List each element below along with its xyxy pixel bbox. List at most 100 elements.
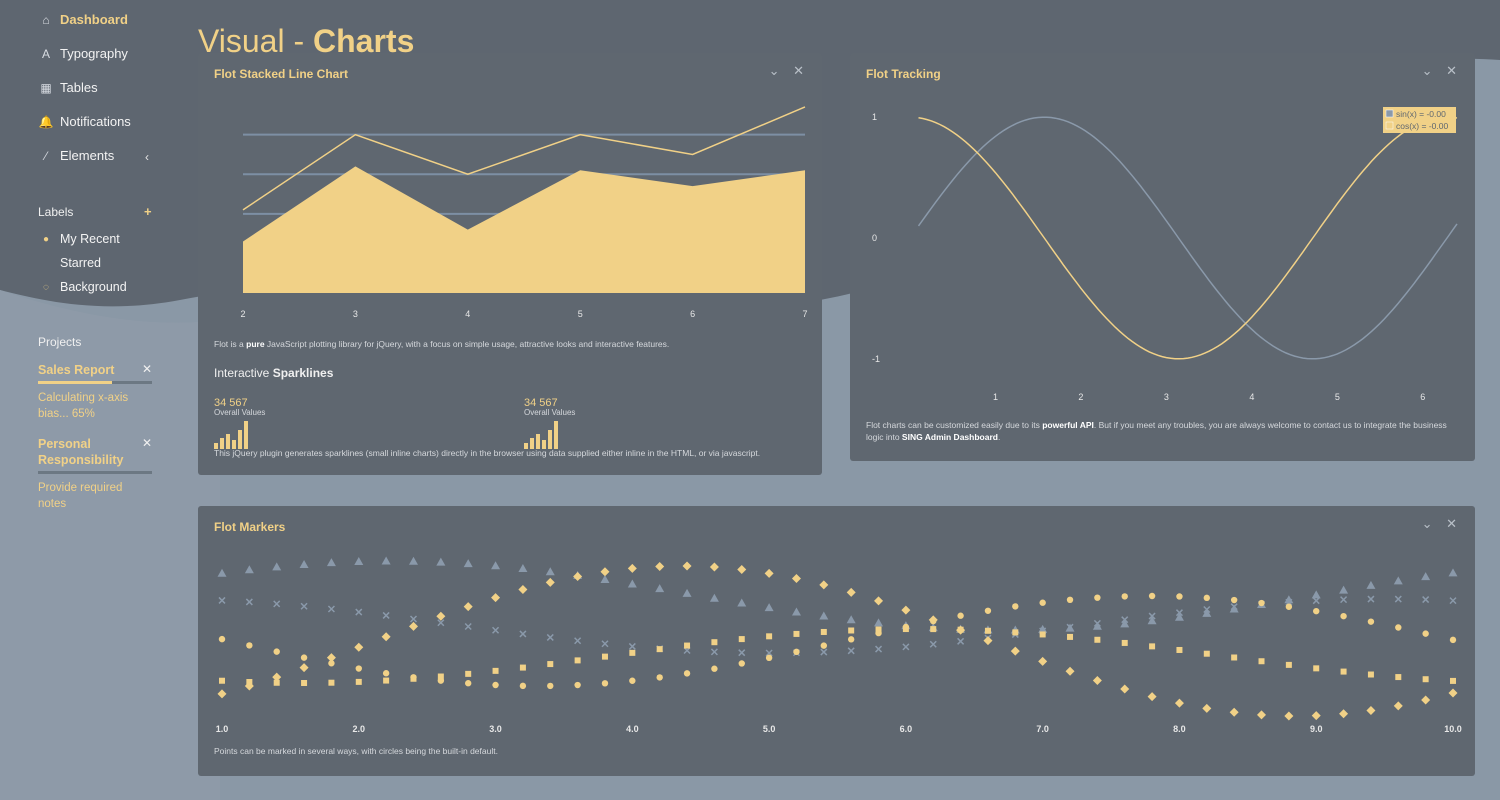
nav-item-elements[interactable]: ⁄ Elements — [38, 148, 114, 163]
diamond-marker — [1120, 684, 1130, 694]
sparklines-description: This jQuery plugin generates sparklines … — [214, 448, 761, 458]
close-icon[interactable]: ✕ — [142, 436, 152, 450]
circle-marker — [1395, 624, 1402, 631]
triangle-marker — [272, 562, 282, 571]
close-icon[interactable]: ✕ — [1446, 63, 1457, 78]
sparkline-bar — [548, 430, 552, 449]
close-icon[interactable]: ✕ — [793, 63, 804, 78]
triangle-marker — [545, 567, 555, 576]
cross-marker — [847, 647, 855, 655]
x-tick-label: 2 — [1078, 392, 1083, 402]
circle-marker — [1039, 599, 1046, 606]
add-label-icon[interactable]: + — [144, 204, 152, 219]
collapse-chevron-icon[interactable]: ⌄ — [769, 63, 780, 78]
project-item[interactable]: Personal Responsibility ✕ Provide required… — [38, 436, 152, 512]
diamond-marker — [573, 571, 583, 581]
square-marker — [301, 679, 308, 686]
square-marker — [902, 626, 909, 633]
diamond-marker — [983, 636, 993, 646]
wand-icon: ⁄ — [44, 148, 47, 163]
square-marker — [875, 626, 882, 633]
nav-item-tables[interactable]: ▦ Tables — [38, 80, 98, 95]
diamond-marker — [1065, 666, 1075, 676]
triangle-marker — [874, 618, 884, 627]
sparkline-bar — [238, 430, 242, 449]
circle-marker — [1285, 603, 1293, 610]
sparkline-bar — [536, 434, 540, 449]
diamond-marker — [791, 574, 801, 584]
legend-swatch — [1385, 121, 1394, 130]
diamond-marker — [874, 596, 884, 606]
diamond-marker — [1174, 698, 1184, 708]
circle-marker — [793, 648, 800, 656]
triangle-marker — [819, 611, 829, 620]
projects-heading: Projects — [38, 335, 82, 349]
diamond-marker — [655, 561, 665, 571]
panel-title: Flot Markers — [214, 520, 286, 534]
nav-item-notifications[interactable]: 🔔 Notifications — [38, 114, 131, 129]
nav-item-label: Tables — [60, 80, 98, 95]
square-marker — [1121, 639, 1128, 646]
area-series — [243, 166, 805, 293]
diamond-marker — [600, 567, 610, 577]
cross-marker — [355, 608, 363, 616]
circle-marker — [1449, 636, 1457, 644]
y-tick-label: 1 — [872, 112, 877, 122]
diamond-marker — [1366, 706, 1376, 716]
square-marker — [601, 653, 608, 660]
panel-stacked-line-chart: Flot Stacked Line Chart ⌄ ✕ 2 3 4 5 6 7 Flot … — [198, 53, 822, 475]
triangle-marker — [436, 557, 446, 566]
stacked-line-chart: 2 3 4 5 6 7 — [240, 106, 808, 319]
diamond-marker — [737, 564, 747, 574]
label-item-starred[interactable]: Starred — [38, 256, 101, 270]
label-item-background[interactable]: ◌ Background — [38, 280, 127, 294]
square-marker — [574, 657, 581, 664]
close-icon[interactable]: ✕ — [1446, 516, 1457, 531]
diamond-marker — [408, 621, 418, 631]
circle-marker — [738, 660, 745, 667]
circle-marker — [574, 681, 581, 689]
tracking-chart[interactable]: 1 0 -1 1 2 3 4 5 6 sin(x) = -0.00 cos(x) = -0.00 — [850, 93, 1475, 413]
diamond-marker — [682, 561, 692, 571]
cross-marker — [492, 626, 500, 634]
sparkline-widget: 34 567 Overall Values — [524, 397, 614, 449]
nav-item-dashboard[interactable]: ⌂ Dashboard — [38, 12, 128, 27]
cross-marker — [710, 648, 718, 656]
diamond-marker — [1092, 676, 1102, 686]
nav-item-typography[interactable]: A Typography — [38, 46, 128, 61]
sparkline-bars[interactable] — [214, 421, 304, 449]
label-item-my-recent[interactable]: ● My Recent — [38, 232, 120, 246]
diamond-marker — [1038, 656, 1048, 666]
collapse-chevron-icon[interactable]: ⌄ — [1422, 63, 1433, 78]
x-tick-label: 1 — [993, 392, 998, 402]
x-tick-label: 8.0 — [1173, 724, 1186, 734]
cross-marker — [574, 637, 582, 645]
triangle-marker — [655, 584, 665, 593]
square-marker — [1285, 661, 1292, 668]
nav-item-label: Typography — [60, 46, 128, 61]
diamond-marker — [1311, 711, 1321, 721]
x-tick-label: 5 — [578, 309, 583, 319]
project-item[interactable]: Sales Report ✕ Calculating x-axis bias... … — [38, 362, 152, 422]
triangle-marker — [1393, 576, 1403, 585]
legend-entry: cos(x) = -0.00 — [1396, 121, 1448, 131]
triangle-marker — [682, 588, 692, 597]
collapse-chevron-icon[interactable]: ⌄ — [1422, 516, 1433, 531]
table-icon: ▦ — [40, 80, 52, 95]
x-tick-label: 7.0 — [1036, 724, 1049, 734]
close-icon[interactable]: ✕ — [142, 362, 152, 376]
diamond-marker — [272, 672, 282, 682]
line-series — [917, 116, 1458, 360]
cross-marker — [875, 645, 883, 653]
square-marker — [219, 677, 225, 684]
sparkline-bars[interactable] — [524, 421, 614, 449]
chevron-left-icon[interactable]: ‹ — [145, 150, 149, 164]
square-marker — [465, 670, 472, 677]
triangle-marker — [1147, 616, 1157, 625]
diamond-marker — [381, 632, 391, 642]
cross-marker — [1422, 596, 1430, 604]
circle-marker — [1340, 612, 1347, 620]
cross-marker — [300, 602, 308, 610]
triangle-marker — [217, 568, 227, 577]
sparkline-bar — [244, 421, 248, 449]
